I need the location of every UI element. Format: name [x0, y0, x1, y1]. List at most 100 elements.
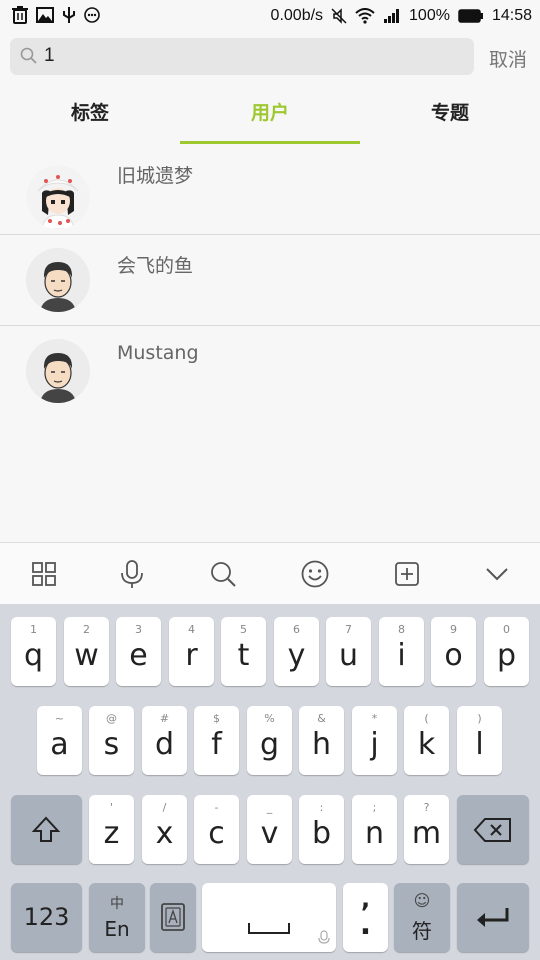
key-o[interactable]: 9o — [431, 617, 476, 686]
key-sub-label: ? — [423, 801, 430, 814]
key-i[interactable]: 8i — [379, 617, 424, 686]
backspace-key[interactable] — [457, 795, 529, 864]
user-list-item[interactable]: Mustang — [0, 326, 540, 416]
key-label: g — [259, 727, 280, 762]
handwriting-key[interactable] — [150, 883, 196, 952]
key-label: f — [211, 727, 222, 762]
tab-users[interactable]: 用户 — [180, 90, 360, 142]
search-input[interactable]: 1 — [10, 38, 474, 75]
key-label: u — [338, 638, 358, 673]
keyboard-toolbar — [0, 542, 540, 605]
user-name: 旧城遗梦 — [117, 165, 194, 187]
key-label: k — [417, 727, 436, 762]
emoji-icon: ☺ — [413, 891, 431, 910]
key-f[interactable]: $ f — [194, 706, 239, 775]
avatar[interactable] — [26, 165, 90, 229]
key-x[interactable]: / x — [142, 795, 187, 864]
key-label: 123 — [23, 903, 70, 931]
key-r[interactable]: 4r — [169, 617, 214, 686]
key-sub-label: * — [371, 712, 378, 725]
avatar[interactable] — [26, 248, 90, 312]
key-sub-label: @ — [106, 712, 117, 725]
key-m[interactable]: ? m — [404, 795, 449, 864]
key-d[interactable]: # d — [142, 706, 187, 775]
key-sub-label: 3 — [135, 623, 142, 636]
key-k[interactable]: (k — [404, 706, 449, 775]
key-j[interactable]: * j — [352, 706, 397, 775]
key-sub-label: $ — [213, 712, 220, 725]
key-sub-label: : — [319, 801, 324, 814]
key-e[interactable]: 3e — [116, 617, 161, 686]
cancel-button[interactable]: 取消 — [489, 45, 527, 72]
plus-box-icon[interactable] — [392, 559, 422, 589]
numbers-key[interactable]: 123 — [11, 883, 82, 952]
key-label: r — [185, 638, 198, 673]
key-sub-label: % — [264, 712, 275, 725]
avatar[interactable] — [26, 339, 90, 403]
girl-avatar-icon — [26, 165, 90, 229]
chevron-down-icon[interactable] — [482, 559, 512, 589]
user-list-item[interactable]: 会飞的鱼 — [0, 235, 540, 325]
key-g[interactable]: % g — [247, 706, 292, 775]
key-l[interactable]: ) l — [457, 706, 502, 775]
key-label: n — [364, 816, 384, 851]
key-label: En — [104, 917, 130, 941]
symbols-key[interactable]: ☺ 符 — [394, 883, 450, 952]
tab-bar: 标签 用户 专题 — [0, 90, 540, 146]
key-n[interactable]: ; n — [352, 795, 397, 864]
key-label: j — [370, 727, 379, 762]
key-label: e — [129, 638, 148, 673]
space-key[interactable] — [202, 883, 336, 952]
key-z[interactable]: ' z — [89, 795, 134, 864]
language-switch-key[interactable]: 中 En — [89, 883, 145, 952]
key-label: m — [411, 816, 442, 851]
key-w[interactable]: 2w — [64, 617, 109, 686]
user-list-item[interactable]: 旧城遗梦 — [0, 145, 540, 235]
key-label: z — [103, 816, 120, 851]
mute-icon — [331, 8, 347, 24]
net-speed: 0.00b/s — [270, 7, 324, 24]
key-sub-label: ; — [372, 801, 377, 814]
wifi-icon — [355, 8, 375, 24]
key-label: q — [23, 638, 44, 673]
key-sub-label: - — [214, 801, 219, 814]
key-label: 符 — [412, 919, 432, 943]
key-t[interactable]: 5t — [221, 617, 266, 686]
battery-percent: 100% — [409, 7, 450, 24]
key-v[interactable]: _ v — [247, 795, 292, 864]
key-sub-label: 1 — [30, 623, 37, 636]
user-name: 会飞的鱼 — [117, 255, 194, 277]
tab-tags[interactable]: 标签 — [0, 90, 180, 142]
more-icon — [84, 7, 100, 23]
key-u[interactable]: 7u — [326, 617, 371, 686]
enter-key[interactable] — [457, 883, 529, 952]
microphone-icon[interactable] — [117, 559, 147, 589]
man-avatar-icon — [26, 339, 90, 403]
key-c[interactable]: -c — [194, 795, 239, 864]
tab-topics[interactable]: 专题 — [360, 90, 540, 142]
key-label: l — [475, 727, 484, 762]
active-tab-indicator — [180, 141, 360, 144]
emoji-icon[interactable] — [300, 559, 330, 589]
punctuation-key[interactable]: , . — [343, 883, 388, 952]
key-sub-label: 7 — [345, 623, 352, 636]
key-y[interactable]: 6y — [274, 617, 319, 686]
search-icon[interactable] — [208, 559, 238, 589]
signal-icon — [384, 9, 400, 23]
key-b[interactable]: :b — [299, 795, 344, 864]
key-p[interactable]: 0p — [484, 617, 529, 686]
key-sub-label: ( — [424, 712, 429, 725]
key-s[interactable]: @ s — [89, 706, 134, 775]
key-h[interactable]: & h — [299, 706, 344, 775]
shift-icon — [31, 816, 61, 842]
key-sub-label: 6 — [293, 623, 300, 636]
grid-icon[interactable] — [29, 559, 59, 589]
key-sub-label: ' — [109, 801, 114, 814]
key-q[interactable]: 1q — [11, 617, 56, 686]
key-label: . — [359, 907, 372, 942]
key-label: a — [50, 727, 69, 762]
shift-key[interactable] — [11, 795, 82, 864]
key-a[interactable]: ~ a — [37, 706, 82, 775]
key-label: x — [155, 816, 174, 851]
backspace-icon — [473, 818, 511, 842]
